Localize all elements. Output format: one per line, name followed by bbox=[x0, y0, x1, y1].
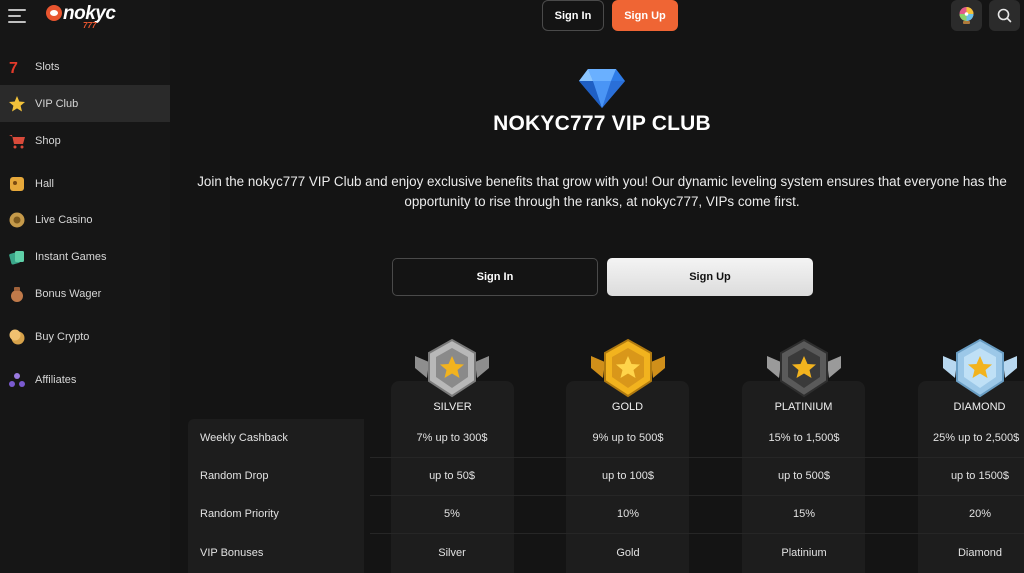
sidebar-item-buy-crypto[interactable]: Buy Crypto bbox=[0, 318, 170, 355]
table-cell: 25% up to 2,500$ bbox=[933, 432, 1020, 444]
tier-name-platinium: PLATINIUM bbox=[774, 401, 833, 413]
table-cell: up to 500$ bbox=[778, 470, 830, 482]
svg-text:7: 7 bbox=[9, 60, 18, 76]
prize-wheel-icon bbox=[959, 7, 974, 24]
money-bag-icon bbox=[11, 286, 23, 302]
brand-suffix: 777 bbox=[83, 21, 97, 30]
sidebar-item-slots[interactable]: 7 Slots bbox=[0, 48, 170, 85]
gold-badge-icon bbox=[591, 338, 665, 398]
table-cell: 20% bbox=[968, 508, 992, 520]
table-cell: 7% up to 300$ bbox=[416, 432, 488, 444]
tier-name-silver: SILVER bbox=[433, 401, 472, 413]
table-cell: up to 100$ bbox=[602, 470, 654, 482]
coin-icon bbox=[9, 329, 25, 344]
brand-logo[interactable]: nokyc 777 bbox=[46, 3, 130, 30]
platinium-badge-icon bbox=[767, 338, 841, 398]
star-icon bbox=[9, 95, 25, 111]
row-label-random-drop: Random Drop bbox=[200, 470, 269, 482]
chip-icon bbox=[9, 212, 25, 227]
table-cell: Platinium bbox=[781, 547, 827, 559]
sidebar-item-label: Affiliates bbox=[35, 373, 77, 386]
diamond-badge-icon bbox=[943, 338, 1017, 398]
row-divider bbox=[370, 495, 1024, 496]
page-title: NOKYC777 VIP CLUB bbox=[493, 112, 711, 135]
cards-icon bbox=[9, 250, 24, 264]
logo-eye-icon bbox=[46, 5, 62, 21]
table-cell: Gold bbox=[616, 547, 640, 559]
prize-wheel-button[interactable] bbox=[951, 0, 982, 31]
menu-toggle-icon[interactable] bbox=[8, 9, 26, 23]
diamond-icon bbox=[579, 69, 625, 108]
sidebar-item-label: Hall bbox=[35, 177, 54, 190]
sidebar-item-live-casino[interactable]: Live Casino bbox=[0, 201, 170, 238]
row-divider bbox=[370, 457, 1024, 458]
tier-name-diamond: DIAMOND bbox=[953, 401, 1006, 413]
hall-icon bbox=[10, 176, 24, 191]
row-divider bbox=[370, 533, 1024, 534]
table-cell: Diamond bbox=[957, 547, 1003, 559]
tier-name-gold: GOLD bbox=[611, 401, 644, 413]
silver-badge-icon bbox=[415, 338, 489, 398]
sidebar-item-label: Live Casino bbox=[35, 213, 93, 226]
table-cell: 9% up to 500$ bbox=[592, 432, 664, 444]
header-signin-button[interactable]: Sign In bbox=[542, 0, 604, 31]
header-signup-button[interactable]: Sign Up bbox=[612, 0, 678, 31]
table-cell: up to 1500$ bbox=[950, 470, 1010, 482]
table-cell: 15% to 1,500$ bbox=[768, 432, 840, 444]
sidebar-item-label: Buy Crypto bbox=[35, 330, 90, 343]
sidebar: nokyc 777 7 Slots VIP Club Shop Hall Liv… bbox=[0, 0, 170, 573]
cart-icon bbox=[9, 134, 25, 148]
slots-icon: 7 bbox=[9, 60, 18, 76]
sidebar-item-instant-games[interactable]: Instant Games bbox=[0, 238, 170, 275]
sidebar-item-label: Slots bbox=[35, 60, 60, 73]
signup-button[interactable]: Sign Up bbox=[607, 258, 813, 296]
row-label-vip-bonuses: VIP Bonuses bbox=[200, 547, 264, 559]
sidebar-item-label: Bonus Wager bbox=[35, 287, 102, 300]
sidebar-item-hall[interactable]: Hall bbox=[0, 165, 170, 202]
sidebar-item-affiliates[interactable]: Affiliates bbox=[0, 361, 170, 398]
sidebar-item-label: VIP Club bbox=[35, 97, 79, 110]
page-description: Join the nokyc777 VIP Club and enjoy exc… bbox=[197, 174, 1007, 209]
row-label-random-priority: Random Priority bbox=[200, 508, 279, 520]
table-cell: 10% bbox=[616, 508, 640, 520]
row-label-weekly-cashback: Weekly Cashback bbox=[200, 432, 288, 444]
search-icon bbox=[997, 8, 1012, 23]
signin-button[interactable]: Sign In bbox=[392, 258, 598, 296]
affiliates-icon bbox=[9, 372, 25, 387]
table-cell: up to 50$ bbox=[429, 470, 475, 482]
sidebar-item-label: Shop bbox=[35, 134, 61, 147]
sidebar-item-bonus-wager[interactable]: Bonus Wager bbox=[0, 275, 170, 312]
sidebar-item-vip-club[interactable]: VIP Club bbox=[0, 85, 170, 122]
table-cell: 15% bbox=[792, 508, 816, 520]
search-button[interactable] bbox=[989, 0, 1020, 31]
sidebar-item-label: Instant Games bbox=[35, 250, 107, 263]
app-root: nokyc 777 7 Slots VIP Club Shop Hall Liv… bbox=[0, 0, 1024, 573]
table-cell: Silver bbox=[438, 547, 466, 559]
sidebar-item-shop[interactable]: Shop bbox=[0, 122, 170, 159]
table-cell: 5% bbox=[444, 508, 460, 520]
